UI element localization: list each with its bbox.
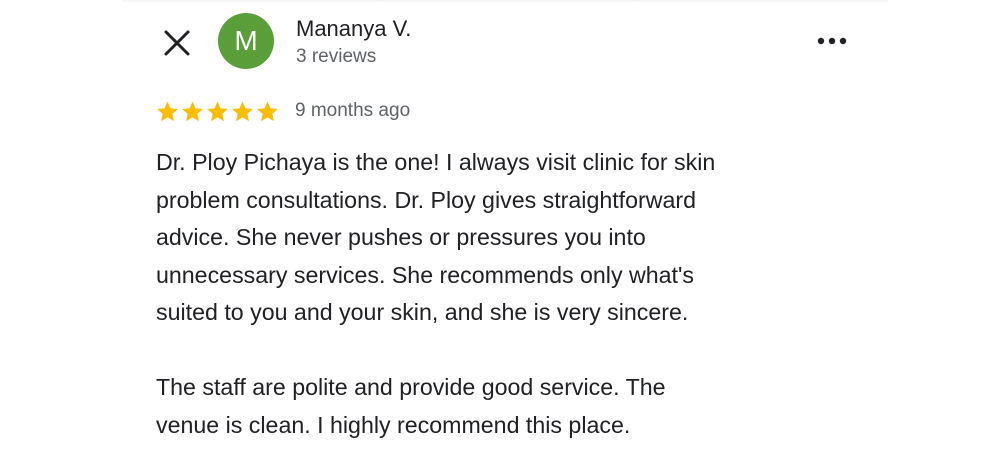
avatar-initial: M xyxy=(234,25,258,56)
star-icon xyxy=(232,101,253,121)
more-horizontal-icon xyxy=(817,37,847,45)
star-icon xyxy=(257,101,278,121)
review-body: Dr. Ploy Pichaya is the one! I always vi… xyxy=(156,144,856,444)
reviewer-name[interactable]: Mananya V. xyxy=(296,14,411,44)
rating-row: 9 months ago xyxy=(156,96,410,126)
review-paragraph: The staff are polite and provide good se… xyxy=(156,374,666,438)
star-icon xyxy=(207,101,228,121)
star-icon xyxy=(182,101,203,121)
avatar[interactable]: M xyxy=(218,13,274,69)
star-rating xyxy=(156,100,279,123)
more-options-button[interactable] xyxy=(812,28,852,54)
review-date: 9 months ago xyxy=(295,100,411,121)
review-paragraph: Dr. Ploy Pichaya is the one! I always vi… xyxy=(156,149,716,325)
close-button[interactable] xyxy=(162,28,192,58)
close-icon xyxy=(164,30,190,56)
review-count: 3 reviews xyxy=(296,46,377,67)
star-icon xyxy=(157,101,178,121)
